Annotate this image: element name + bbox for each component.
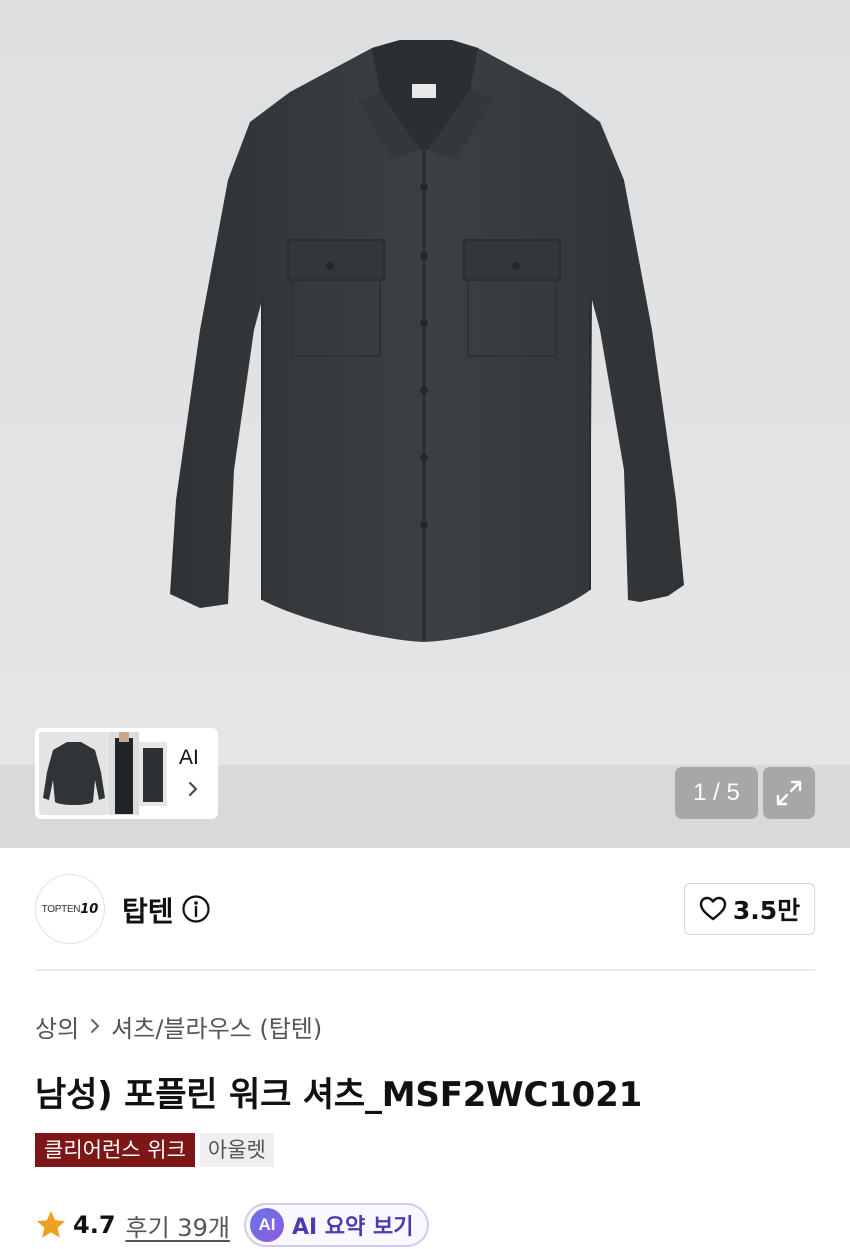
outlet-tag: 아울렛 [199,1133,274,1167]
star-icon [37,1211,65,1238]
product-image-gallery[interactable]: AI 1 / 5 [0,0,850,848]
product-main-image [170,40,684,642]
thumbnail-strip[interactable]: AI [35,728,218,819]
brand-logo[interactable]: TOPTEN 10 [35,874,105,944]
info-icon[interactable] [181,894,211,924]
like-count: 3.5만 [732,896,801,925]
breadcrumb: 상의 셔츠/블라우스 (탑텐) [35,1009,322,1043]
chevron-right-icon [91,1019,100,1033]
thumbnail-back-image [143,748,163,802]
brand-logo-text: TOPTEN [41,903,81,915]
expand-button[interactable] [763,767,815,819]
thumbnail-ai-label[interactable]: AI [179,746,199,770]
brand-name[interactable]: 탑텐 [122,890,174,930]
thumbnail-2[interactable] [109,732,139,815]
rating-value: 4.7 [73,1211,116,1239]
thumbnail-3[interactable] [139,742,167,806]
ai-summary-label: AI 요약 보기 [291,1215,414,1240]
product-tags: 클리어런스 위크 아울렛 [35,1133,274,1167]
brand-logo-number: 10 [80,901,99,917]
thumbnail-model-image [115,732,133,814]
thumbnail-shirt-image [43,742,105,805]
product-title: 남성) 포플린 워크 셔츠_MSF2WC1021 [35,1075,643,1115]
like-button[interactable]: 3.5만 [684,883,815,935]
ai-summary-button[interactable]: AI AI 요약 보기 [243,1203,430,1247]
ai-badge-icon: AI [249,1208,284,1242]
chevron-right-icon[interactable] [186,780,200,798]
thumbnail-1[interactable] [39,732,109,815]
expand-icon [776,780,802,806]
reviews-link[interactable]: 후기 39개 [126,1208,230,1243]
image-pager: 1 / 5 [675,767,758,819]
breadcrumb-item-category[interactable]: 상의 [35,1009,79,1044]
breadcrumb-item-subcategory[interactable]: 셔츠/블라우스 (탑텐) [111,1009,322,1044]
section-divider [35,969,815,971]
heart-outline-icon [699,896,727,921]
rating-row: 4.7 후기 39개 AI AI 요약 보기 [35,1203,430,1247]
clearance-tag: 클리어런스 위크 [35,1133,195,1167]
